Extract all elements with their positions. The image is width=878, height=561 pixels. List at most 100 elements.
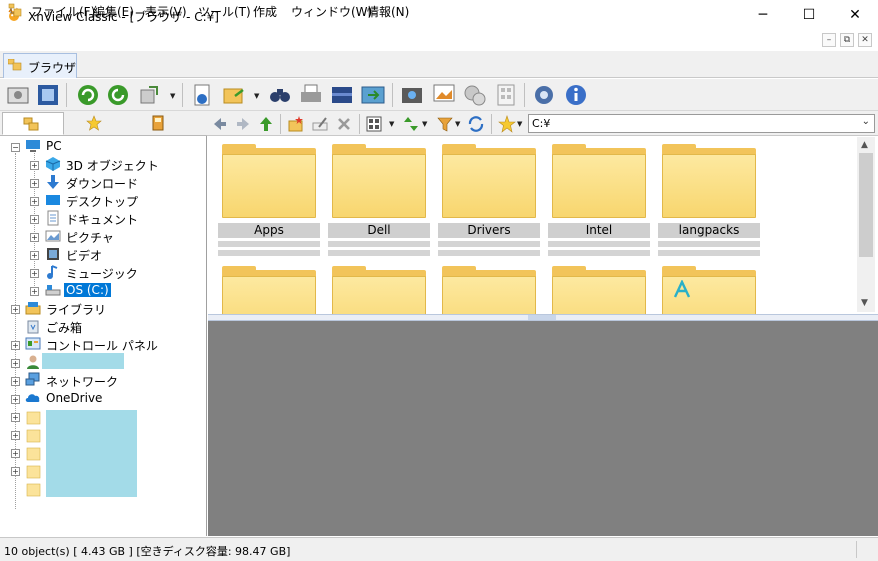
preview-splitter[interactable] [208,314,878,321]
export-dropdown-arrow[interactable]: ▼ [254,92,259,100]
binoculars-icon[interactable] [267,82,293,108]
delete-icon[interactable] [335,115,353,133]
filter-dropdown-arrow[interactable]: ▼ [455,120,460,128]
thumbnail-folder[interactable]: Dell [328,142,430,258]
menu-view[interactable]: 表示(V) [145,3,187,20]
scanner-icon[interactable] [329,82,355,108]
expand-toggle[interactable]: + [30,197,39,206]
expand-toggle[interactable]: + [11,395,20,404]
rotate-dropdown-arrow[interactable]: ▼ [170,92,175,100]
expand-toggle[interactable]: + [11,377,20,386]
tree-item-recycle-bin[interactable]: ごみ箱 [46,319,82,336]
thumbnail-folder[interactable] [548,264,650,314]
up-folder-icon[interactable] [257,115,275,133]
expand-toggle[interactable]: + [11,305,20,314]
tree-item-onedrive[interactable]: OneDrive [46,391,102,405]
thumbnail-folder[interactable]: Intel [548,142,650,258]
export-icon[interactable] [221,82,247,108]
tree-item-downloads[interactable]: ダウンロード [66,175,138,192]
fullscreen-icon[interactable] [5,82,31,108]
sort-icon[interactable] [402,115,420,133]
tree-item-desktop[interactable]: デスクトップ [66,193,138,210]
tree-item-control-panel[interactable]: コントロール パネル [46,337,158,354]
menu-create[interactable]: 作成 [253,3,277,20]
menu-file[interactable]: ファイル(F) [31,3,95,20]
scrollbar-thumb[interactable] [859,153,873,257]
tree-item-pc[interactable]: PC [46,139,62,153]
tree-item-documents[interactable]: ドキュメント [66,211,138,228]
expand-toggle[interactable]: + [30,161,39,170]
menu-window[interactable]: ウィンドウ(W) [291,3,372,20]
thumbnail-folder[interactable] [328,264,430,314]
view-mode-dropdown-arrow[interactable]: ▼ [389,120,394,128]
thumbnail-folder[interactable] [438,264,540,314]
gallery-icon[interactable] [431,82,457,108]
slideshow-icon[interactable] [35,82,61,108]
tab-folders[interactable] [2,112,64,135]
tab-favorites[interactable] [65,112,127,135]
favorite-star-icon[interactable] [498,115,516,133]
favorite-dropdown-arrow[interactable]: ▼ [517,120,522,128]
mdi-restore-button[interactable]: ⧉ [840,33,854,47]
path-combobox[interactable]: C:¥ ⌄ [528,114,875,133]
rename-icon[interactable] [311,115,329,133]
new-folder-icon[interactable] [287,115,305,133]
maximize-button[interactable]: ☐ [786,0,832,31]
web-icon[interactable] [462,82,488,108]
thumbnail-folder[interactable]: langpacks [658,142,760,258]
thumbnail-scrollbar[interactable]: ▲ ▼ [857,137,875,312]
expand-toggle[interactable]: + [11,413,20,422]
menu-tools[interactable]: ツール(T) [198,3,251,20]
forward-arrow-icon[interactable] [234,115,252,133]
thumbnail-folder[interactable]: Drivers [438,142,540,258]
mdi-close-button[interactable]: ✕ [858,33,872,47]
thumbnail-folder[interactable]: Apps [218,142,320,258]
back-arrow-icon[interactable] [211,115,229,133]
rotate-icon[interactable] [137,82,163,108]
sync-icon[interactable] [467,115,485,133]
expand-toggle[interactable]: + [30,269,39,278]
tree-item-libraries[interactable]: ライブラリ [46,301,106,318]
contact-sheet-icon[interactable] [493,82,519,108]
reload-icon[interactable] [105,82,131,108]
close-button[interactable]: ✕ [832,0,878,31]
refresh-icon[interactable] [75,82,101,108]
filter-icon[interactable] [436,115,454,133]
tree-item-music[interactable]: ミュージック [66,265,138,282]
sort-dropdown-arrow[interactable]: ▼ [422,120,427,128]
expand-toggle[interactable]: + [30,179,39,188]
menu-edit[interactable]: 編集(E) [93,3,134,20]
expand-toggle[interactable]: + [30,287,39,296]
expand-toggle[interactable]: + [11,431,20,440]
info-icon[interactable] [189,82,215,108]
tree-item-3d-objects[interactable]: 3D オブジェクト [66,157,159,174]
about-icon[interactable] [563,82,589,108]
tree-item-os-c[interactable]: OS (C:) [64,283,111,297]
minimize-button[interactable]: ─ [740,0,786,31]
tree-item-network[interactable]: ネットワーク [46,373,118,390]
tab-browser[interactable]: ブラウザ [3,53,77,78]
thumbnail-folder[interactable] [658,264,760,314]
menu-info[interactable]: 情報(N) [367,3,409,20]
print-icon[interactable] [298,82,324,108]
view-mode-icon[interactable] [365,115,383,133]
expand-toggle[interactable]: + [11,359,20,368]
scroll-up-icon[interactable]: ▲ [861,140,868,150]
tree-item-user-redacted[interactable] [42,353,124,369]
expand-toggle[interactable]: + [11,341,20,350]
capture-icon[interactable] [399,82,425,108]
mdi-minimize-button[interactable]: – [822,33,836,47]
expand-toggle[interactable]: + [30,215,39,224]
tab-categories[interactable] [128,112,190,135]
settings-icon[interactable] [531,82,557,108]
tree-item-videos[interactable]: ビデオ [66,247,102,264]
scroll-down-icon[interactable]: ▼ [861,298,868,308]
convert-icon[interactable] [360,82,386,108]
expand-toggle[interactable]: + [30,251,39,260]
chevron-down-icon[interactable]: ⌄ [862,116,870,127]
expand-toggle[interactable]: + [11,449,20,458]
expand-toggle[interactable]: + [11,467,20,476]
tree-item-pictures[interactable]: ピクチャ [66,229,114,246]
thumbnail-folder[interactable] [218,264,320,314]
expand-toggle[interactable]: − [11,143,20,152]
